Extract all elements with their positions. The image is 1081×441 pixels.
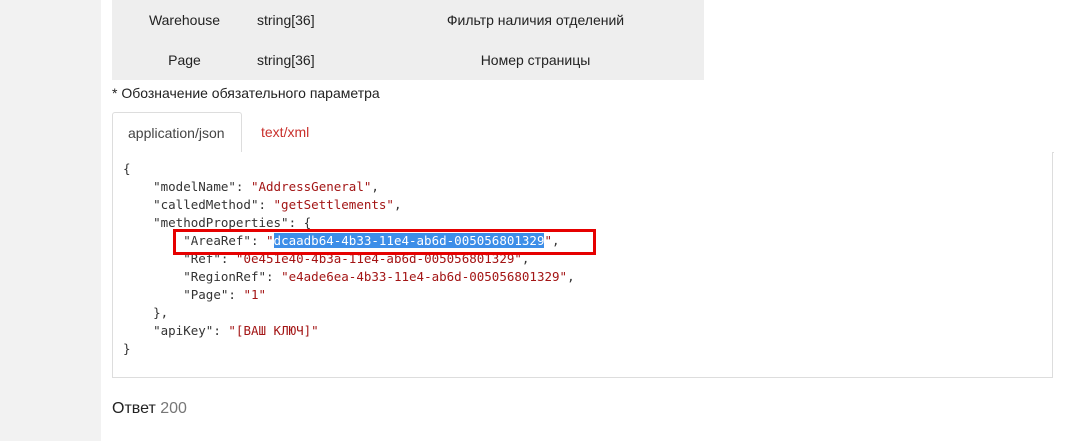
- response-status: 200: [160, 400, 187, 417]
- tab-text-xml[interactable]: text/xml: [246, 112, 324, 152]
- param-name: Warehouse: [112, 0, 257, 40]
- table-row: Warehouse string[36] Фильтр наличия отде…: [112, 0, 704, 40]
- code-line: },: [123, 305, 169, 320]
- tab-application-json[interactable]: application/json: [112, 112, 242, 153]
- code-line-area-ref: "AreaRef": "dcaadb64-4b33-11e4-ab6d-0050…: [183, 233, 560, 248]
- response-heading: Ответ 200: [112, 400, 187, 418]
- documentation-page: Warehouse string[36] Фильтр наличия отде…: [101, 0, 1081, 441]
- param-type: string[36]: [257, 0, 367, 40]
- code-line: "Ref": "0e451e40-4b3a-11e4-ab6d-00505680…: [183, 251, 530, 266]
- json-code[interactable]: { "modelName": "AddressGeneral", "called…: [123, 160, 575, 358]
- param-description: Номер страницы: [367, 40, 704, 80]
- code-line: }: [123, 341, 131, 356]
- code-line: "modelName": "AddressGeneral",: [153, 179, 379, 194]
- code-sample[interactable]: { "modelName": "AddressGeneral", "called…: [112, 152, 1053, 378]
- table-row: Page string[36] Номер страницы: [112, 40, 704, 80]
- code-line: "apiKey": "[ВАШ КЛЮЧ]": [153, 323, 319, 338]
- format-tabs: application/json text/xml: [112, 112, 1054, 153]
- param-description: Фильтр наличия отделений: [367, 0, 704, 40]
- code-line: "RegionRef": "e4ade6ea-4b33-11e4-ab6d-00…: [183, 269, 575, 284]
- code-line: "methodProperties": {: [153, 215, 312, 230]
- param-name: Page: [112, 40, 257, 80]
- code-line: {: [123, 161, 131, 176]
- parameters-table: Warehouse string[36] Фильтр наличия отде…: [112, 0, 704, 80]
- selected-text: dcaadb64-4b33-11e4-ab6d-005056801329: [273, 233, 545, 248]
- response-label: Ответ: [112, 400, 156, 417]
- code-line: "Page": "1": [183, 287, 267, 302]
- code-line: "calledMethod": "getSettlements",: [153, 197, 402, 212]
- param-type: string[36]: [257, 40, 367, 80]
- required-parameter-note: * Обозначение обязательного параметра: [112, 85, 380, 101]
